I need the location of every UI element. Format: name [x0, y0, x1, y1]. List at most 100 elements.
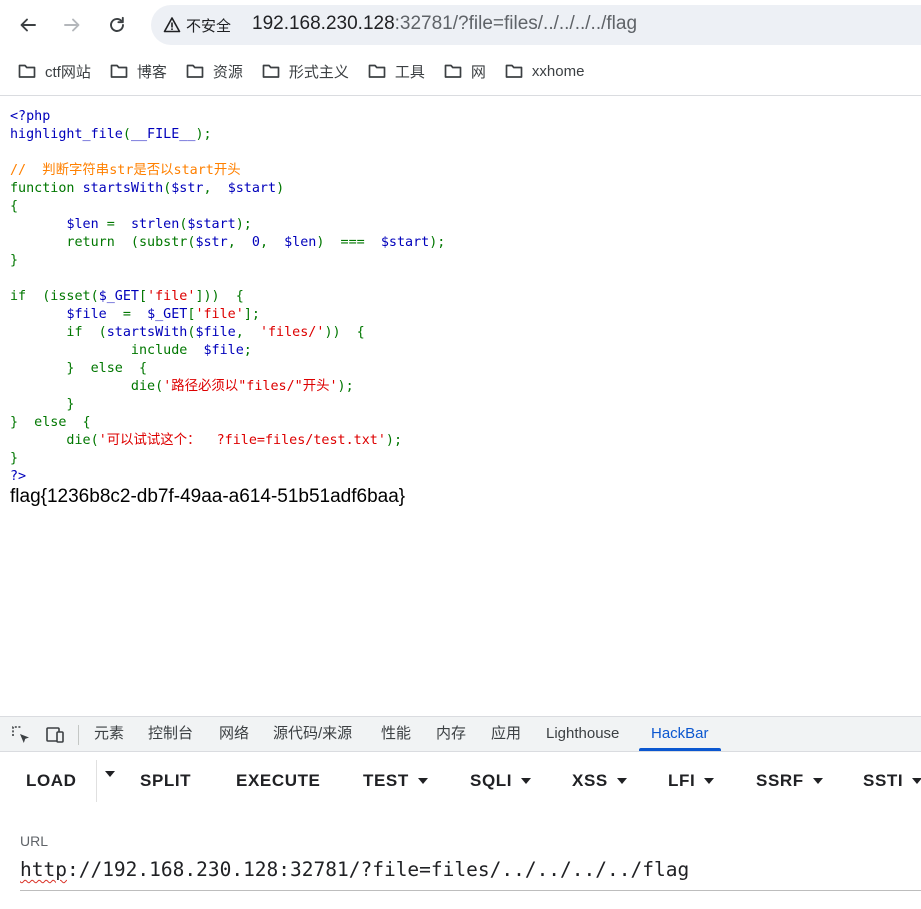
hackbar-separator: [96, 760, 97, 802]
url-text[interactable]: 192.168.230.128:32781/?file=files/../../…: [252, 13, 637, 35]
code-line: <?php: [10, 108, 445, 126]
bookmark-folder[interactable]: 工具: [359, 56, 433, 86]
bookmark-folder[interactable]: ctf网站: [9, 56, 99, 86]
devtools-tab[interactable]: 性能: [381, 717, 411, 751]
code-token: $file: [195, 325, 236, 340]
code-line: die('可以试试这个： ?file=files/test.txt');: [10, 432, 445, 450]
hackbar-button-sqli[interactable]: SQLI: [470, 771, 532, 791]
hackbar-button-label: SSTI: [863, 771, 904, 790]
dropdown-caret-icon: [616, 778, 627, 784]
url-input-underline: [20, 890, 921, 891]
load-dropdown-button[interactable]: [96, 771, 115, 777]
devtools-tab[interactable]: 内存: [436, 717, 466, 751]
forward-button[interactable]: [56, 9, 88, 41]
reload-button[interactable]: [101, 9, 133, 41]
bookmark-label: 资源: [212, 63, 243, 81]
bookmark-label: 形式主义: [288, 63, 349, 81]
hackbar-button-lfi[interactable]: LFI: [668, 771, 715, 791]
code-line: ?>: [10, 468, 445, 486]
bookmark-folder[interactable]: 博客: [101, 56, 175, 86]
devtools-tab[interactable]: Lighthouse: [546, 717, 619, 751]
code-token: '可以试试这个： ?file=files/test.txt': [98, 433, 386, 448]
code-token: 'files/': [259, 325, 325, 340]
bookmark-folder[interactable]: 形式主义: [253, 56, 357, 86]
dropdown-caret-icon: [812, 778, 823, 784]
code-token: '路径必须以"files/"开头': [163, 379, 338, 394]
bookmark-folder[interactable]: xxhome: [496, 56, 593, 86]
forward-arrow-icon: [64, 18, 80, 32]
code-token: ];: [243, 307, 260, 322]
code-line: } else {: [10, 414, 445, 432]
code-token: (: [122, 127, 131, 142]
bookmark-label: ctf网站: [45, 63, 91, 81]
code-line: {: [10, 198, 445, 216]
device-toolbar-icon[interactable]: [44, 724, 66, 746]
hackbar-button-ssrf[interactable]: SSRF: [756, 771, 823, 791]
code-token: } else {: [10, 415, 91, 430]
code-token: highlight_file: [10, 127, 123, 142]
code-token: }: [10, 397, 75, 412]
code-token: $len: [284, 235, 317, 250]
hackbar-button-label: EXECUTE: [236, 771, 321, 790]
bookmarks-bar: ctf网站 博客 资源 形式主义 工具 网 xxhome: [0, 52, 921, 90]
folder-icon: [110, 64, 128, 78]
code-line: $file = $_GET['file'];: [10, 306, 445, 324]
code-token: );: [337, 379, 354, 394]
warning-icon: [163, 17, 181, 33]
code-token: {: [10, 199, 19, 214]
code-line: }: [10, 252, 445, 270]
flag-output: flag{1236b8c2-db7f-49aa-a614-51b51adf6ba…: [10, 486, 406, 507]
security-indicator[interactable]: 不安全: [163, 15, 231, 35]
code-token: ,: [235, 325, 260, 340]
php-source-code: <?php highlight_file(__FILE__); // 判断字符串st…: [10, 108, 445, 486]
code-token: =: [114, 307, 148, 322]
inspect-element-icon[interactable]: [10, 724, 32, 746]
devtools-tab[interactable]: 源代码/来源: [273, 717, 352, 751]
dropdown-caret-icon: [704, 778, 715, 784]
devtools-tab[interactable]: HackBar: [639, 717, 720, 751]
bookmark-folder[interactable]: 网: [435, 56, 494, 86]
address-bar[interactable]: 不安全 192.168.230.128:32781/?file=files/..…: [151, 5, 921, 45]
hackbar-button-xss[interactable]: XSS: [572, 771, 627, 791]
url-host: 192.168.230.128: [252, 13, 395, 34]
code-token: );: [429, 235, 446, 250]
devtools-tab[interactable]: 应用: [491, 717, 521, 751]
hackbar-button-split[interactable]: SPLIT: [140, 771, 191, 791]
code-token: if (: [10, 325, 107, 340]
code-token: }: [10, 253, 19, 268]
hackbar-button-execute[interactable]: EXECUTE: [236, 771, 321, 791]
hackbar-button-label: XSS: [572, 771, 608, 790]
code-token: 'file': [147, 289, 196, 304]
code-token: =: [106, 217, 131, 232]
code-token: 0: [251, 235, 260, 250]
hackbar-button-load[interactable]: LOAD: [26, 771, 77, 791]
url-scheme: http: [20, 858, 67, 881]
url-remainder: ://192.168.230.128:32781/?file=files/../…: [66, 858, 690, 881]
code-token: $file: [66, 307, 115, 322]
code-token: $start: [187, 217, 236, 232]
hackbar-button-ssti[interactable]: SSTI: [863, 771, 921, 791]
code-token: );: [385, 433, 403, 448]
bookmark-label: 网: [470, 63, 486, 81]
code-line: highlight_file(__FILE__);: [10, 126, 445, 144]
code-token: ,: [203, 181, 228, 196]
code-token: function: [10, 181, 83, 196]
code-token: }: [10, 451, 19, 466]
code-line: function startsWith($str, $start): [10, 180, 445, 198]
hackbar-button-label: LFI: [668, 771, 696, 790]
hackbar-button-test[interactable]: TEST: [363, 771, 428, 791]
code-line: $len = strlen($start);: [10, 216, 445, 234]
hackbar-button-label: SSRF: [756, 771, 804, 790]
devtools-tab[interactable]: 元素: [94, 717, 124, 751]
bookmark-folder[interactable]: 资源: [177, 56, 251, 86]
devtools-tab[interactable]: 控制台: [148, 717, 193, 751]
code-token: die(: [10, 433, 99, 448]
devtools-tab[interactable]: 网络: [219, 717, 249, 751]
security-label: 不安全: [186, 17, 232, 35]
back-button[interactable]: [12, 9, 44, 41]
code-line: return (substr($str, 0, $len) === $start…: [10, 234, 445, 252]
hackbar-url-label: URL: [20, 833, 49, 849]
hackbar-url-input[interactable]: http://192.168.230.128:32781/?file=files…: [20, 858, 689, 881]
devtools-tab-bar: 元素 控制台 网络 源代码/来源 性能 内存 应用 Lighthouse HackBar: [0, 716, 921, 752]
